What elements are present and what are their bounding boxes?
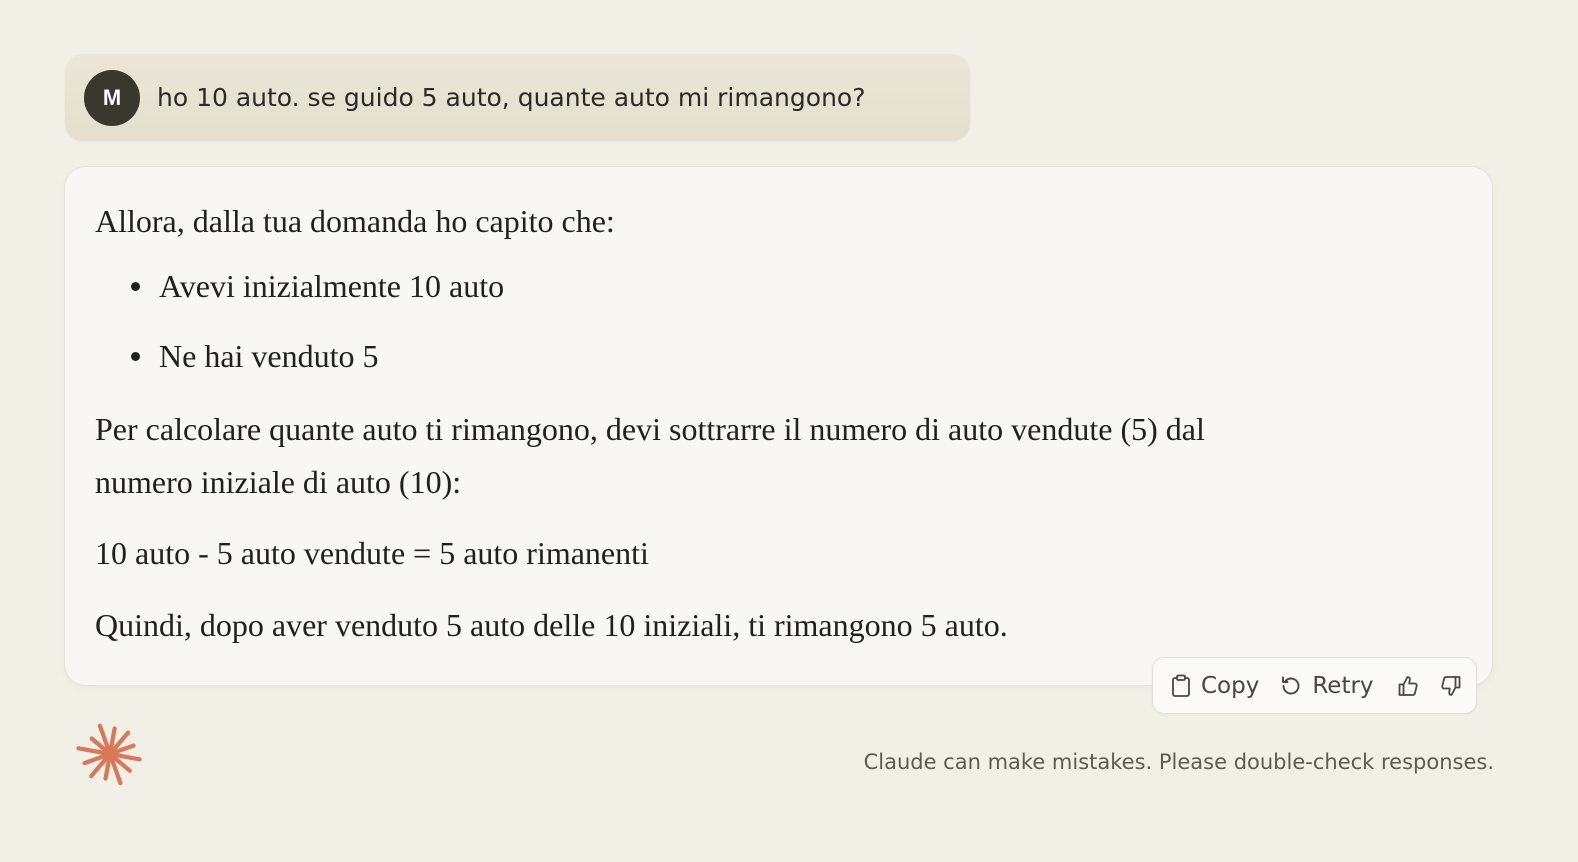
claude-logo-icon: [76, 720, 144, 788]
retry-button[interactable]: Retry: [1279, 672, 1374, 699]
thumbs-up-icon: [1396, 674, 1420, 698]
copy-label: Copy: [1201, 672, 1260, 699]
response-paragraph-line-1: Per calcolare quante auto ti rimangono, …: [95, 411, 1205, 447]
user-message-bubble: M ho 10 auto. se guido 5 auto, quante au…: [65, 54, 970, 141]
message-action-bar: Copy Retry: [1152, 657, 1477, 714]
user-avatar[interactable]: M: [84, 69, 140, 126]
user-message-text: ho 10 auto. se guido 5 auto, quante auto…: [157, 83, 866, 112]
bullet-text: Ne hai venduto 5: [159, 338, 379, 374]
thumbs-down-button[interactable]: [1439, 674, 1463, 698]
bullet-dot: [131, 352, 140, 361]
retry-icon: [1279, 674, 1303, 698]
response-conclusion: Quindi, dopo aver venduto 5 auto delle 1…: [95, 607, 1008, 643]
retry-label: Retry: [1312, 672, 1374, 699]
bullet-dot: [131, 282, 140, 291]
bullet-text: Avevi inizialmente 10 auto: [159, 268, 505, 304]
response-bullet-list: Avevi inizialmente 10 auto Ne hai vendut…: [131, 260, 504, 400]
response-bullet-item: Avevi inizialmente 10 auto: [131, 260, 504, 330]
response-intro: Allora, dalla tua domanda ho capito che:: [95, 203, 615, 239]
response-bullet-item: Ne hai venduto 5: [131, 330, 504, 400]
clipboard-icon: [1171, 674, 1191, 698]
thumbs-up-button[interactable]: [1396, 674, 1420, 698]
response-equation: 10 auto - 5 auto vendute = 5 auto rimane…: [95, 535, 649, 571]
disclaimer-text: Claude can make mistakes. Please double-…: [863, 750, 1494, 774]
response-paragraph-line-2: numero iniziale di auto (10):: [95, 464, 462, 500]
thumbs-down-icon: [1439, 674, 1463, 698]
copy-button[interactable]: Copy: [1171, 673, 1259, 699]
assistant-response-card: Allora, dalla tua domanda ho capito che:…: [64, 166, 1493, 686]
